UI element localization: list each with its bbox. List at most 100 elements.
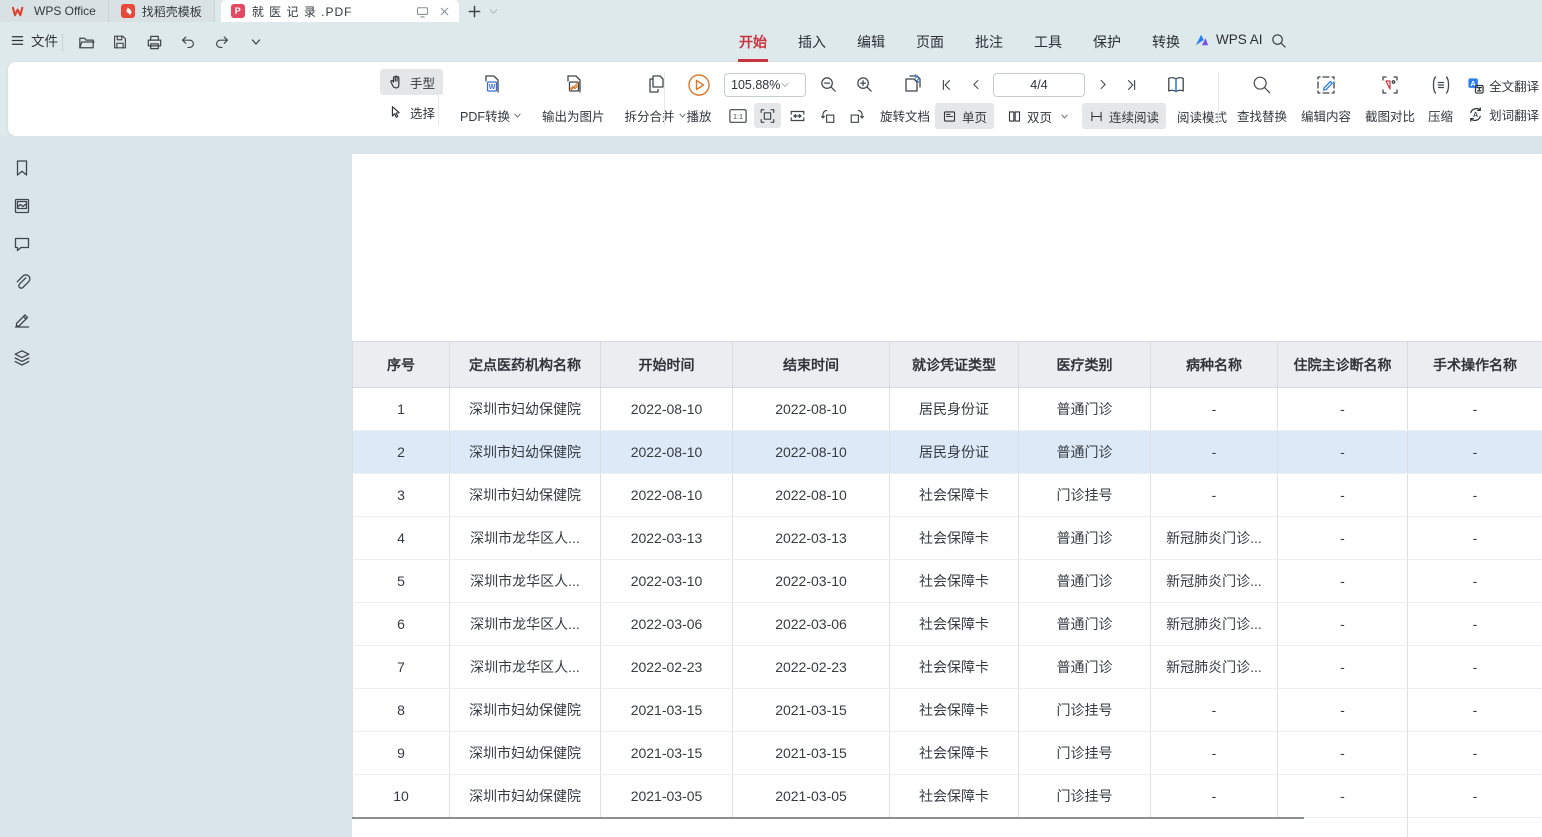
play-button[interactable]: 播放 [674,68,724,126]
bookmark-icon[interactable] [12,158,32,178]
table-cell: - [1278,775,1408,818]
table-cell: 社会保障卡 [890,689,1019,732]
table-cell: 2022-08-10 [601,388,733,431]
find-replace-button[interactable]: 查找替换 [1230,68,1294,126]
table-cell: 新冠肺炎门诊... [1151,603,1278,646]
save-icon[interactable] [108,29,132,55]
rotate-right-icon[interactable] [844,103,871,128]
full-translate-label: 全文翻译 [1489,76,1539,95]
undo-icon[interactable] [176,29,200,55]
table-cell: 社会保障卡 [890,560,1019,603]
table-cell: 深圳市妇幼保健院 [450,431,601,474]
wps-ai-button[interactable]: WPS AI [1194,32,1263,47]
table-row: 4深圳市龙华区人...2022-03-132022-03-13社会保障卡普通门诊… [353,517,1542,560]
table-cell: 深圳市妇幼保健院 [450,388,601,431]
pdf-page[interactable]: 序号定点医药机构名称开始时间结束时间就诊凭证类型医疗类别病种名称住院主诊断名称手… [352,154,1542,837]
menu-tab[interactable]: 保护 [1092,30,1122,54]
table-cell: 2021-03-05 [733,775,890,818]
edit-content-button[interactable]: 编辑内容 [1294,68,1358,126]
menu-tab[interactable]: 转换 [1151,30,1181,54]
fit-width-button[interactable] [784,103,811,128]
rotate-doc-label[interactable]: 旋转文档 [880,106,930,125]
rotate-left-icon[interactable] [814,103,841,128]
next-page-icon[interactable] [1092,72,1114,97]
print-icon[interactable] [142,29,166,55]
table-cell: 深圳市妇幼保健院 [450,775,601,818]
table-cell: 普通门诊 [1019,603,1151,646]
open-file-icon[interactable] [74,29,98,55]
hand-tool-button[interactable]: 手型 [380,69,443,95]
full-translate-button[interactable]: A 全文翻译 [1467,72,1542,98]
table-cell: - [1408,431,1542,474]
tab-wps-office[interactable]: WPS Office [0,0,109,22]
single-page-button[interactable]: 单页 [935,103,994,129]
actual-size-button[interactable]: 1:1 [724,103,751,128]
table-cell: 普通门诊 [1019,388,1151,431]
tab-docer[interactable]: 找稻壳模板 [109,0,215,22]
quick-access-chevron-icon[interactable] [244,29,268,55]
table-cell: 2021-03-15 [601,689,733,732]
zoom-out-icon[interactable] [815,72,842,97]
attachment-icon[interactable] [12,272,32,292]
zoom-in-icon[interactable] [851,72,878,97]
new-tab-button[interactable] [467,4,482,19]
table-cell: 2021-03-15 [733,732,890,775]
screenshot-compare-button[interactable]: 截图对比 [1358,68,1422,126]
menu-tab[interactable]: 批注 [974,30,1004,54]
continuous-read-button[interactable]: 连续阅读 [1082,103,1166,129]
zoom-level-select[interactable]: 105.88% [724,73,806,97]
last-page-icon[interactable] [1121,72,1143,97]
page-indicator-input[interactable]: 4/4 [993,73,1085,97]
table-header-cell: 开始时间 [601,342,733,388]
prev-page-icon[interactable] [964,72,986,97]
comment-icon[interactable] [12,234,32,254]
layers-icon[interactable] [12,348,32,368]
menu-tab[interactable]: 插入 [797,30,827,54]
redo-icon[interactable] [210,29,234,55]
table-cell: 居民身份证 [890,388,1019,431]
table-cell: 深圳市妇幼保健院 [450,689,601,732]
table-header-cell: 医疗类别 [1019,342,1151,388]
table-cell: - [1278,603,1408,646]
pdf-convert-button[interactable]: W PDF转换 [450,68,532,126]
chevron-down-icon [513,111,522,120]
file-menu-button[interactable]: 文件 [10,30,58,50]
double-page-label: 双页 [1027,107,1052,126]
close-tab-icon[interactable] [438,5,451,18]
tab-document-active[interactable]: P 就 医 记 录 .PDF [221,0,459,22]
table-cell: 2022-08-10 [733,474,890,517]
first-page-icon[interactable] [935,72,957,97]
read-mode-label[interactable]: 阅读模式 [1177,107,1227,126]
table-cell: 2022-03-13 [601,517,733,560]
table-border-stub [1407,817,1408,837]
menu-tab[interactable]: 编辑 [856,30,886,54]
select-tool-button[interactable]: 选择 [380,99,443,125]
compress-button[interactable]: 压缩 [1422,68,1459,126]
export-image-button[interactable]: 输出为图片 [532,68,615,126]
highlight-pen-icon[interactable] [12,310,32,330]
edit-content-label: 编辑内容 [1301,106,1351,125]
find-replace-icon [1251,68,1273,102]
side-panel-icons [12,158,32,368]
menu-tab[interactable]: 页面 [915,30,945,54]
table-row: 6深圳市龙华区人...2022-03-062022-03-06社会保障卡普通门诊… [353,603,1542,646]
table-cell: - [1408,775,1542,818]
double-page-button[interactable]: 双页 [1001,103,1075,129]
fit-page-button[interactable] [754,103,781,128]
tab-list-chevron-icon[interactable] [488,6,499,17]
table-cell: - [1151,775,1278,818]
word-translate-button[interactable]: A 划词翻译 [1467,101,1542,127]
read-mode-icon[interactable] [1164,73,1188,97]
replace-pages-icon[interactable] [899,72,926,97]
menu-tab[interactable]: 开始 [738,30,768,54]
thumbnail-icon[interactable] [12,196,32,216]
one-to-one-label: 1:1 [733,112,743,121]
monitor-icon[interactable] [415,4,430,19]
word-translate-label: 划词翻译 [1489,105,1539,124]
table-header-cell: 就诊凭证类型 [890,342,1019,388]
table-cell: 1 [353,388,450,431]
menu-tab[interactable]: 工具 [1033,30,1063,54]
menu-search-icon[interactable] [1270,32,1287,49]
word-translate-icon: A [1467,106,1484,123]
svg-text:A: A [1473,110,1478,118]
